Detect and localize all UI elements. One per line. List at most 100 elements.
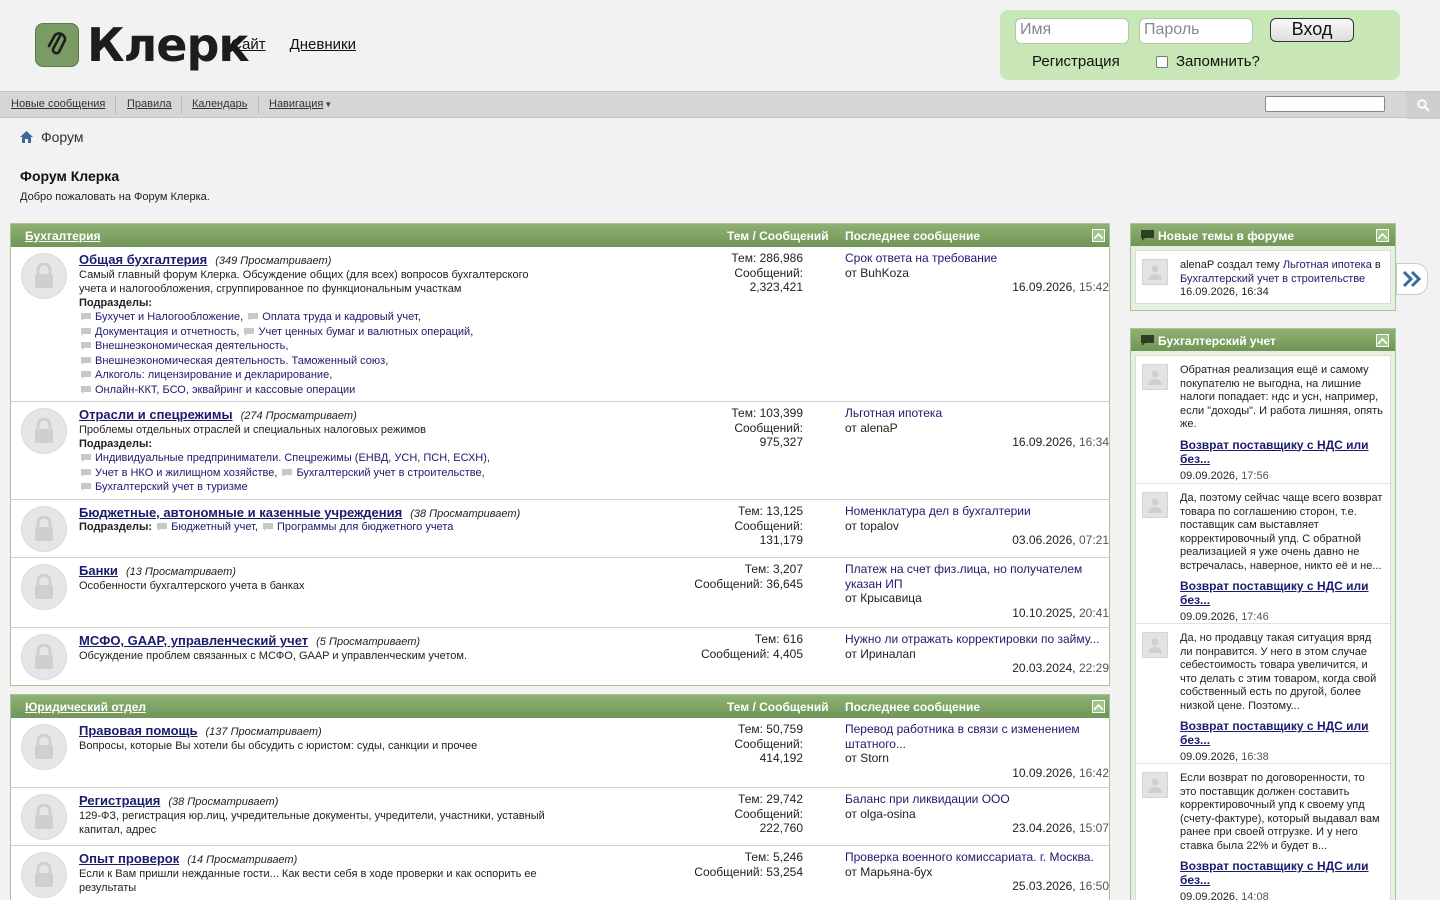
entry-topic-link[interactable]: Льготная ипотека	[1283, 259, 1372, 271]
collapse-button[interactable]	[1092, 229, 1105, 242]
password-input[interactable]: Пароль	[1139, 18, 1253, 44]
entry-thread-link[interactable]: Возврат поставщику с НДС или без...	[1180, 579, 1384, 607]
subforum-link[interactable]: Учет в НКО и жилищном хозяйстве	[95, 467, 274, 479]
subforum-icon	[81, 356, 91, 365]
search-input[interactable]	[1265, 96, 1385, 112]
entry-forum-link[interactable]: Бухгалтерский учет в строительстве	[1180, 273, 1365, 285]
register-link[interactable]: Регистрация	[1032, 53, 1120, 70]
last-post-title[interactable]: Номенклатура дел в бухгалтерии	[845, 504, 1031, 518]
login-button[interactable]: Вход	[1270, 18, 1354, 42]
forum-viewing: (38 Просматривает)	[410, 508, 521, 520]
post-count-label: Сообщений:	[734, 806, 803, 821]
top-link-diaries[interactable]: Дневники	[290, 36, 356, 53]
breadcrumb-forum[interactable]: Форум	[41, 129, 84, 145]
last-post-title[interactable]: Перевод работника в связи с изменением ш…	[845, 722, 1080, 751]
last-post-title[interactable]: Льготная ипотека	[845, 406, 942, 420]
last-post-day: 23.04.2026,	[1012, 821, 1076, 835]
subforums-list: Подразделы: Бюджетный учет, Программы дл…	[79, 521, 454, 533]
thread-count: Тем: 616	[754, 632, 803, 646]
nav-divider	[181, 96, 182, 114]
welcome-text: Добро пожаловать на Форум Клерка.	[20, 191, 210, 203]
collapse-button[interactable]	[1092, 700, 1105, 713]
forum-title[interactable]: Отрасли и спецрежимы	[79, 407, 233, 422]
username-input[interactable]: Имя	[1015, 18, 1129, 44]
subforum-link[interactable]: Бухучет и Налогообложение	[95, 311, 240, 323]
post-count: 414,192	[759, 751, 803, 765]
forum-stats: Тем: 29,742 Сообщений: 222,760	[734, 792, 803, 836]
subforum-link[interactable]: Учет ценных бумаг и валютных операций	[258, 326, 470, 338]
nav-calendar[interactable]: Календарь	[192, 98, 248, 110]
forum-title[interactable]: МСФО, GAAP, управленческий учет	[79, 633, 308, 648]
chat-bubble-icon	[1141, 230, 1154, 241]
last-post-day: 03.06.2026,	[1012, 533, 1076, 547]
subforums-list: Индивидуальные предприниматели. Спецрежи…	[79, 451, 549, 495]
entry-user[interactable]: alenaP	[1180, 259, 1214, 271]
thread-count: Тем: 103,399	[731, 406, 803, 420]
subforum-link[interactable]: Оплата труда и кадровый учет	[262, 311, 417, 323]
last-post-title[interactable]: Платеж на счет физ.лица, но получателем …	[845, 562, 1082, 591]
sidebar-toggle-button[interactable]	[1396, 263, 1428, 295]
last-post-title[interactable]: Срок ответа на требование	[845, 251, 997, 265]
subforum-link[interactable]: Бухгалтерский учет в туризме	[95, 481, 248, 493]
category-title[interactable]: Юридический отдел	[25, 700, 146, 714]
avatar[interactable]	[1142, 364, 1168, 390]
search-button[interactable]	[1406, 92, 1440, 119]
last-post-title[interactable]: Баланс при ликвидации ООО	[845, 792, 1010, 806]
site-logo[interactable]: Клерк	[35, 20, 250, 70]
thread-count: Тем: 50,759	[738, 722, 803, 736]
subforum-link[interactable]: Бюджетный учет	[171, 521, 255, 533]
entry-time: 17:56	[1241, 469, 1269, 482]
subforum-link[interactable]: Алкоголь: лицензирование и декларировани…	[95, 369, 329, 381]
subforum-link[interactable]: Индивидуальные предприниматели. Спецрежи…	[95, 452, 487, 464]
last-post-title[interactable]: Нужно ли отражать корректировки по займу…	[845, 632, 1100, 646]
forum-viewing: (274 Просматривает)	[240, 410, 357, 422]
entry-verb: создал тему	[1214, 259, 1283, 271]
last-post-date: 10.10.2025, 20:41	[1012, 606, 1109, 621]
entry-thread-link[interactable]: Возврат поставщику с НДС или без...	[1180, 719, 1384, 747]
entry-thread-link[interactable]: Возврат поставщику с НДС или без...	[1180, 859, 1384, 887]
subforum-link[interactable]: Онлайн-ККТ, БСО, эквайринг и кассовые оп…	[95, 384, 355, 396]
forum-description: 129-ФЗ, регистрация юр.лиц, учредительны…	[79, 810, 545, 836]
forum-title[interactable]: Опыт проверок	[79, 851, 179, 866]
remember-checkbox[interactable]	[1156, 55, 1168, 68]
forum-title[interactable]: Бюджетные, автономные и казенные учрежде…	[79, 505, 402, 520]
avatar[interactable]	[1142, 772, 1168, 798]
collapse-icon	[1378, 337, 1387, 344]
subforum-link[interactable]: Программы для бюджетного учета	[277, 521, 453, 533]
last-post-time: 20:41	[1078, 606, 1109, 620]
last-post-time: 15:42	[1078, 280, 1109, 294]
subforum-link[interactable]: Бухгалтерский учет в строительстве	[296, 467, 481, 479]
top-link-site[interactable]: Сайт	[231, 36, 266, 53]
category-title[interactable]: Бухгалтерия	[25, 229, 101, 243]
last-post-date: 23.04.2026, 15:07	[1012, 821, 1109, 836]
subforums-label: Подразделы:	[79, 521, 153, 533]
forum-viewing: (14 Просматривает)	[187, 854, 298, 866]
subforum-link[interactable]: Документация и отчетность	[95, 326, 236, 338]
collapse-button[interactable]	[1376, 229, 1389, 242]
user-icon	[1148, 778, 1162, 793]
home-icon[interactable]	[20, 131, 33, 143]
avatar[interactable]	[1142, 492, 1168, 518]
forum-title[interactable]: Общая бухгалтерия	[79, 252, 207, 267]
avatar[interactable]	[1142, 632, 1168, 658]
forum-title[interactable]: Правовая помощь	[79, 723, 198, 738]
collapse-button[interactable]	[1376, 334, 1389, 347]
nav-new-posts[interactable]: Новые сообщения	[11, 98, 105, 110]
subforum-link[interactable]: Внешнеэкономическая деятельность	[95, 340, 285, 352]
forum-viewing: (38 Просматривает)	[168, 796, 279, 808]
subforum-icon	[81, 483, 91, 492]
last-post: Баланс при ликвидации ООО от olga-osina …	[845, 792, 1109, 835]
forum-row: Опыт проверок (14 Просматривает) Если к В…	[11, 846, 1109, 900]
last-post-date: 16.09.2026, 15:42	[1012, 280, 1109, 295]
avatar[interactable]	[1142, 259, 1168, 285]
forum-title[interactable]: Банки	[79, 563, 118, 578]
entry-thread-link[interactable]: Возврат поставщику с НДС или без...	[1180, 438, 1384, 466]
nav-navigation[interactable]: Навигация▼	[269, 98, 332, 110]
forum-title[interactable]: Регистрация	[79, 793, 160, 808]
last-post-author: от Марьяна-бух	[845, 864, 933, 879]
sidebar-entry: Обратная реализация ещё и самому покупат…	[1136, 356, 1390, 484]
last-post-title[interactable]: Проверка военного комиссариата. г. Москв…	[845, 850, 1094, 864]
forum-lock-icon	[21, 724, 67, 770]
nav-rules[interactable]: Правила	[127, 98, 172, 110]
subforum-link[interactable]: Внешнеэкономическая деятельность. Таможе…	[95, 355, 385, 367]
